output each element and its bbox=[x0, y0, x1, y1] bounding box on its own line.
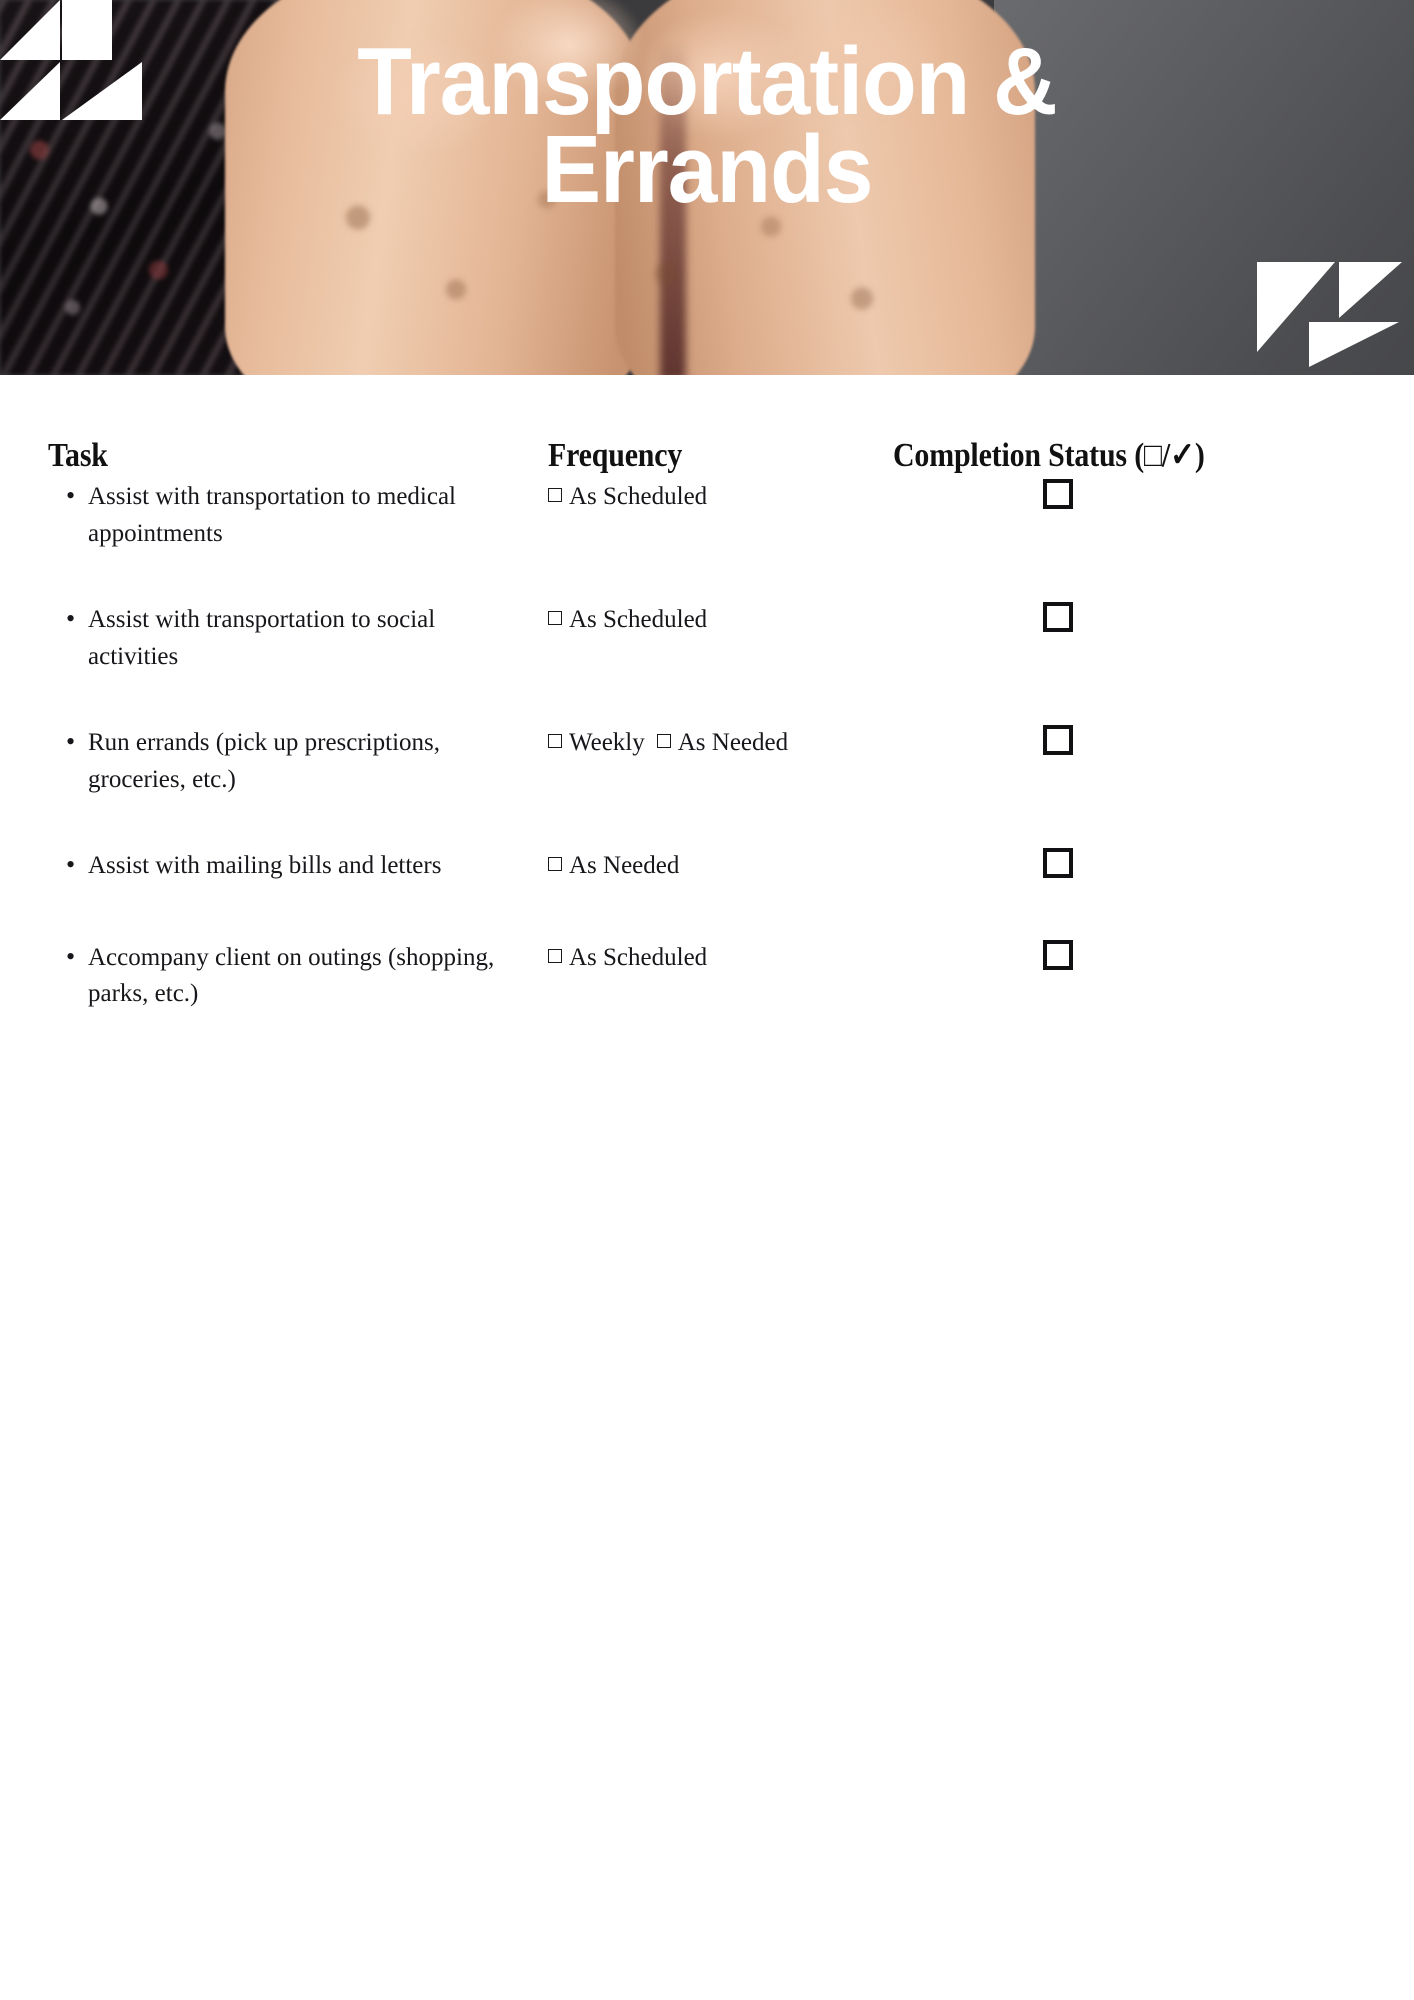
frequency-option[interactable]: As Scheduled bbox=[548, 606, 707, 633]
frequency-cell: As Scheduled bbox=[548, 602, 893, 725]
table-row: Accompany client on outings (shopping, p… bbox=[48, 938, 1366, 1063]
frequency-option[interactable]: As Needed bbox=[656, 729, 789, 756]
task-list: Assist with transportation to medical ap… bbox=[48, 477, 548, 552]
task-cell: Run errands (pick up prescriptions, groc… bbox=[48, 723, 548, 848]
frequency-option[interactable]: As Scheduled bbox=[548, 483, 707, 510]
checkbox-icon[interactable] bbox=[656, 734, 671, 748]
document-page: Transportation & Errands Task Frequency … bbox=[0, 0, 1414, 2000]
completion-checkbox[interactable] bbox=[1043, 479, 1073, 509]
table-row: Assist with transportation to medical ap… bbox=[48, 477, 1366, 602]
list-item: Assist with transportation to medical ap… bbox=[48, 477, 548, 552]
frequency-option-label: As Scheduled bbox=[569, 606, 708, 633]
completion-status-cell bbox=[893, 725, 1366, 848]
task-cell: Assist with transportation to social act… bbox=[48, 600, 548, 725]
checklist-sheet: Task Frequency Completion Status (□/✓) A… bbox=[0, 375, 1414, 1063]
task-list: Assist with transportation to social act… bbox=[48, 600, 548, 675]
table-row: Assist with transportation to social act… bbox=[48, 600, 1366, 725]
table-row: Assist with mailing bills and letters As… bbox=[48, 846, 1366, 940]
checkbox-icon[interactable] bbox=[548, 488, 562, 502]
frequency-option-label: As Needed bbox=[677, 729, 789, 756]
column-header-frequency: Frequency bbox=[548, 437, 683, 474]
task-cell: Accompany client on outings (shopping, p… bbox=[48, 938, 548, 1063]
frequency-option[interactable]: Weekly bbox=[548, 729, 645, 756]
task-cell: Assist with mailing bills and letters bbox=[48, 846, 548, 940]
task-list: Accompany client on outings (shopping, p… bbox=[48, 938, 548, 1013]
task-cell: Assist with transportation to medical ap… bbox=[48, 477, 548, 602]
triangle-pattern-icon-bottom-right bbox=[1257, 262, 1402, 367]
column-header-completion-status: Completion Status (□/✓) bbox=[893, 437, 1205, 474]
table-body: Assist with transportation to medical ap… bbox=[48, 477, 1366, 1063]
header-banner: Transportation & Errands bbox=[0, 0, 1414, 375]
frequency-option[interactable]: As Needed bbox=[548, 852, 679, 879]
frequency-option-label: As Scheduled bbox=[569, 483, 708, 510]
checkbox-icon[interactable] bbox=[548, 611, 562, 625]
frequency-cell: As Needed bbox=[548, 848, 893, 940]
list-item: Run errands (pick up prescriptions, groc… bbox=[48, 723, 548, 798]
completion-status-cell bbox=[893, 602, 1366, 725]
list-item: Assist with mailing bills and letters bbox=[48, 846, 548, 885]
task-list: Run errands (pick up prescriptions, groc… bbox=[48, 723, 548, 798]
checkbox-icon[interactable] bbox=[548, 948, 562, 963]
column-header-task: Task bbox=[48, 437, 108, 474]
frequency-cell: Weekly As Needed bbox=[548, 725, 893, 848]
completion-checkbox[interactable] bbox=[1043, 602, 1073, 632]
completion-status-cell bbox=[893, 939, 1366, 1063]
frequency-option[interactable]: As Scheduled bbox=[548, 944, 707, 971]
frequency-cell: As Scheduled bbox=[548, 479, 893, 602]
frequency-option-label: As Scheduled bbox=[569, 943, 708, 971]
completion-checkbox[interactable] bbox=[1043, 725, 1073, 755]
completion-status-cell bbox=[893, 848, 1366, 940]
frequency-cell: As Scheduled bbox=[548, 940, 893, 1063]
list-item: Accompany client on outings (shopping, p… bbox=[48, 938, 548, 1013]
table-header-row: Task Frequency Completion Status (□/✓) bbox=[48, 375, 1366, 479]
completion-checkbox[interactable] bbox=[1043, 939, 1073, 970]
table-row: Run errands (pick up prescriptions, groc… bbox=[48, 723, 1366, 848]
frequency-option-label: Weekly bbox=[569, 729, 645, 756]
completion-status-cell bbox=[893, 479, 1366, 602]
table-header: Task Frequency Completion Status (□/✓) bbox=[48, 375, 1366, 479]
task-checklist-table: Task Frequency Completion Status (□/✓) A… bbox=[48, 375, 1366, 1063]
list-item: Assist with transportation to social act… bbox=[48, 600, 548, 675]
frequency-option-label: As Needed bbox=[569, 852, 680, 879]
checkbox-icon[interactable] bbox=[548, 734, 562, 748]
completion-checkbox[interactable] bbox=[1043, 848, 1073, 878]
checkbox-icon[interactable] bbox=[548, 857, 562, 871]
page-title: Transportation & Errands bbox=[357, 28, 1057, 224]
task-list: Assist with mailing bills and letters bbox=[48, 846, 548, 885]
